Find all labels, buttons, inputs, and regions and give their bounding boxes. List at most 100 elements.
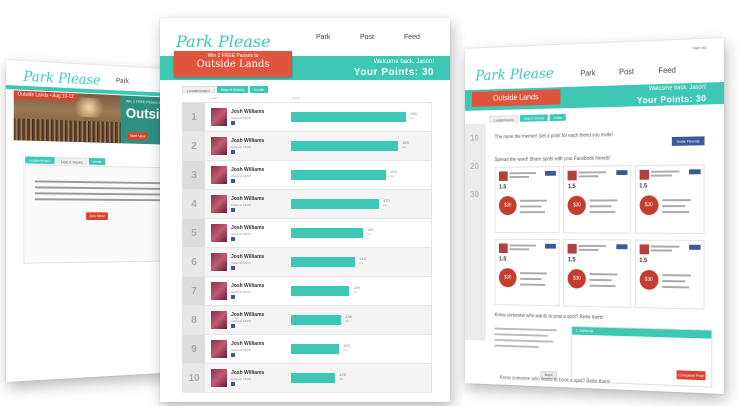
promo-line-2: Outside Lands [196, 59, 270, 70]
user-avatar[interactable] [211, 166, 227, 184]
nav-park[interactable]: Park [316, 34, 330, 41]
facebook-like-button[interactable] [615, 244, 628, 250]
nav-park[interactable]: Park [580, 69, 595, 78]
user-avatar[interactable] [211, 369, 227, 387]
facebook-like-button[interactable] [689, 169, 701, 175]
rank-number: 9 [183, 335, 205, 363]
tab-invite[interactable]: Invite [89, 157, 106, 166]
invite-friends-button[interactable]: Invite Friends [671, 136, 705, 146]
tab-how-it-works[interactable]: How It Works [56, 157, 88, 165]
text-line [494, 333, 548, 337]
user-name[interactable]: Josh Williams [231, 370, 264, 376]
text-line [661, 280, 685, 283]
tab-invite[interactable]: Invite [250, 86, 268, 93]
leaderboard-row[interactable]: 2 Josh Williams Oakland 94607 185 pts [183, 132, 431, 161]
text-line [520, 277, 542, 281]
facebook-icon [231, 353, 235, 357]
nav-park[interactable]: Park [116, 78, 129, 85]
user-avatar[interactable] [211, 224, 227, 242]
spot-card[interactable]: 1.5 $30 [494, 238, 560, 307]
complete-post-button[interactable]: Complete Post [676, 370, 706, 381]
leaderboard-row[interactable]: 9 Josh Williams Oakland 94607 130 pts [183, 335, 431, 364]
nav-feed[interactable]: Feed [659, 66, 676, 75]
sign-out-link[interactable]: Sign out [692, 45, 706, 51]
join-now-button[interactable]: Join Now! [86, 212, 108, 221]
nav-post[interactable]: Post [360, 34, 374, 41]
user-name[interactable]: Josh Williams [231, 283, 264, 289]
facebook-icon [231, 295, 235, 299]
text-line [661, 199, 691, 202]
user-location: Oakland 94607 [231, 116, 252, 120]
leaderboard-row[interactable]: 10 Josh Williams Oakland 94607 125 pts [183, 364, 431, 393]
points-counter: Your Points: 30 [353, 67, 434, 78]
avatar [639, 244, 649, 255]
user-avatar[interactable] [211, 108, 227, 126]
side-number: 30 [470, 189, 479, 200]
facebook-like-button[interactable] [545, 170, 557, 176]
tab-how-it-works[interactable]: How It Works [216, 86, 249, 93]
user-name[interactable]: Josh Williams [231, 138, 264, 144]
leaderboard-header: user points [182, 94, 432, 102]
center-tabs: Leaderboard How It Works Invite [182, 86, 268, 93]
rank-number: 1 [183, 103, 205, 131]
text-line [520, 283, 546, 286]
rank-number: 10 [183, 364, 205, 392]
tab-how-it-works[interactable]: How It Works [519, 114, 549, 122]
refer-poster-text: Know someone who wants to post a spot? R… [494, 312, 604, 321]
welcome-text: Welcome back, Jason! [373, 59, 434, 65]
user-name[interactable]: Josh Williams [231, 167, 264, 173]
header-points: points [292, 96, 301, 100]
user-name[interactable]: Josh Williams [231, 341, 264, 347]
user-avatar[interactable] [211, 311, 227, 329]
user-avatar[interactable] [211, 195, 227, 213]
leaderboard-row[interactable]: 5 Josh Williams Oakland 94607 150 pts [183, 219, 431, 248]
leaderboard-row[interactable]: 4 Josh Williams Oakland 94607 170 pts [183, 190, 431, 219]
spot-card[interactable]: 1.5 $30 [634, 239, 705, 310]
text-line [509, 172, 537, 175]
tab-leaderboard[interactable]: Leaderboard [489, 115, 519, 123]
points-bar [291, 228, 363, 238]
brand-logo[interactable]: Park Please [176, 32, 271, 51]
user-name[interactable]: Josh Williams [231, 312, 264, 318]
spot-card[interactable]: 1.5 $30 [494, 166, 560, 234]
points-unit: pts [359, 261, 364, 265]
leaderboard-row[interactable]: 6 Josh Williams Oakland 94607 143 pts [183, 248, 431, 277]
text-line [509, 175, 529, 179]
promo-ribbon[interactable]: Win 2 FREE Passes to Outside Lands [174, 51, 292, 77]
text-line [494, 327, 557, 332]
price-badge: $30 [498, 268, 517, 288]
user-location: Oakland 94607 [231, 377, 252, 381]
user-avatar[interactable] [211, 340, 227, 358]
leaderboard-row[interactable]: 1 Josh Williams Oakland 94607 198 pts [183, 103, 431, 132]
facebook-like-button[interactable] [545, 243, 557, 249]
facebook-like-button[interactable] [615, 170, 628, 176]
user-name[interactable]: Josh Williams [231, 109, 264, 115]
nav-post[interactable]: Post [619, 67, 634, 76]
points-unit: pts [390, 174, 395, 178]
user-avatar[interactable] [211, 282, 227, 300]
user-avatar[interactable] [211, 253, 227, 271]
tab-leaderboard[interactable]: Leaderboard [25, 156, 55, 164]
nav-feed[interactable]: Feed [404, 34, 420, 41]
brand-logo[interactable]: Park Please [475, 64, 553, 84]
points-bar [291, 170, 386, 180]
tab-leaderboard[interactable]: Leaderboard [182, 86, 215, 93]
text-line [509, 248, 529, 251]
text-line [520, 199, 547, 202]
points-bar [291, 315, 341, 325]
leaderboard-row[interactable]: 7 Josh Williams Oakland 94607 139 pts [183, 277, 431, 306]
promo-ribbon[interactable]: Outside Lands [471, 89, 561, 107]
user-name[interactable]: Josh Williams [231, 254, 264, 260]
spot-card[interactable]: 1.5 $30 [563, 239, 631, 308]
text-line [589, 199, 618, 202]
user-avatar[interactable] [211, 137, 227, 155]
user-name[interactable]: Josh Williams [231, 196, 264, 202]
spot-card[interactable]: 1.5 $30 [634, 164, 705, 234]
start-now-button[interactable]: Start Now [127, 132, 147, 141]
spot-card[interactable]: 1.5 $30 [563, 165, 631, 234]
leaderboard-row[interactable]: 3 Josh Williams Oakland 94607 169 pts [183, 161, 431, 190]
user-name[interactable]: Josh Williams [231, 225, 264, 231]
facebook-like-button[interactable] [689, 244, 701, 250]
tab-invite[interactable]: Invite [549, 113, 566, 122]
leaderboard-row[interactable]: 8 Josh Williams Oakland 94607 138 pts [183, 306, 431, 335]
